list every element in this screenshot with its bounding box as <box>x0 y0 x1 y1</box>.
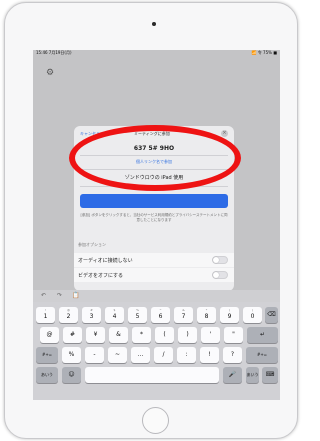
join-button[interactable] <box>80 194 228 208</box>
key-yen[interactable]: ¥ <box>86 327 105 343</box>
key-7[interactable]: & 7 <box>174 307 193 323</box>
status-bar: 15:46 7月19日(月) 📶 令 75% ■ <box>33 50 280 56</box>
key-2[interactable]: @2 <box>59 307 78 323</box>
key-ampersand[interactable]: & <box>109 327 128 343</box>
key-5[interactable]: % 5 <box>128 307 147 323</box>
personal-link-option[interactable]: 個人リンク名で参加 <box>74 159 234 165</box>
key-percent[interactable]: % <box>62 347 81 363</box>
key-3[interactable]: #3 <box>82 307 101 323</box>
divider <box>80 186 228 187</box>
return-icon[interactable]: ↵ <box>247 327 278 343</box>
terms-fineprint: [参加] ボタンをクリックすると、当社のサービス利用規約とプライバシーステートメ… <box>80 213 228 222</box>
kana-switch-key[interactable]: あいう <box>36 367 58 383</box>
option-label-video-off: ビデオをオフにする <box>78 273 124 279</box>
gear-icon[interactable]: ⚙ <box>46 69 54 78</box>
video-off-toggle[interactable] <box>212 271 228 279</box>
keyboard-shortcut-bar: ↶ ↷ 📋 <box>33 290 280 302</box>
kana-switch-key-right[interactable]: あいう <box>246 367 259 383</box>
key-slash[interactable]: / <box>154 347 173 363</box>
close-icon[interactable]: × <box>221 130 228 137</box>
microphone-icon[interactable]: 🎤 <box>223 367 242 383</box>
key-4[interactable]: $4 <box>105 307 124 323</box>
meeting-id-field[interactable]: 637 5# 9HO <box>74 145 234 152</box>
key-at[interactable]: @ <box>40 327 59 343</box>
key-8[interactable]: * 8 <box>197 307 216 323</box>
key-6[interactable]: ^ 6 <box>151 307 170 323</box>
dialog-title: ミーティングに参加 <box>134 131 170 136</box>
key-ellipsis[interactable]: … <box>131 347 150 363</box>
ipad-device-frame: 15:46 7月19日(月) 📶 令 75% ■ ⚙ キャンセル ミーティングに… <box>4 2 298 439</box>
backspace-icon[interactable]: ⌫ <box>265 307 278 323</box>
key-1[interactable]: ! 1 <box>36 307 55 323</box>
key-colon[interactable]: : <box>177 347 196 363</box>
divider <box>80 169 228 170</box>
key-hash[interactable]: # <box>63 327 82 343</box>
status-time-date: 15:46 7月19日(月) <box>36 50 72 55</box>
undo-icon[interactable]: ↶ <box>41 290 46 302</box>
key-lparen[interactable]: ( <box>155 327 174 343</box>
key-exclamation[interactable]: ! <box>200 347 219 363</box>
key-tilde[interactable]: ~ <box>108 347 127 363</box>
key-asterisk[interactable]: * <box>132 327 151 343</box>
key-rparen[interactable]: ) <box>178 327 197 343</box>
key-question[interactable]: ? <box>223 347 242 363</box>
join-options-header: 参加オプション <box>78 242 106 247</box>
option-row-no-audio: オーディオに接続しない <box>74 253 234 267</box>
status-indicators: 📶 令 75% ■ <box>251 50 277 55</box>
display-name-field[interactable]: ゾンドウロウの iPad 使用 <box>74 174 234 181</box>
on-screen-keyboard: ! 1 @2 #3 $4 % 5 ^ 6 & 7 * 8 (9 ) 0 ⌫ @ # ¥ & … <box>33 302 280 400</box>
space-bar[interactable] <box>85 367 219 383</box>
option-label-no-audio: オーディオに接続しない <box>78 258 133 264</box>
option-row-video-off: ビデオをオフにする <box>74 268 234 282</box>
screen: 15:46 7月19日(月) 📶 令 75% ■ ⚙ キャンセル ミーティングに… <box>33 50 280 400</box>
divider <box>80 155 228 156</box>
shift-symbols-key[interactable]: #+= <box>36 347 58 363</box>
key-9[interactable]: (9 <box>220 307 239 323</box>
shift-symbols-key-right[interactable]: #+= <box>246 347 278 363</box>
join-meeting-dialog: キャンセル ミーティングに参加 × 637 5# 9HO 個人リンク名で参加 ゾ… <box>74 126 234 291</box>
redo-icon[interactable]: ↷ <box>57 290 62 302</box>
no-audio-toggle[interactable] <box>212 256 228 264</box>
key-0[interactable]: ) 0 <box>243 307 262 323</box>
keyboard-dismiss-icon[interactable]: ⌨ <box>262 367 278 383</box>
key-quote[interactable]: " <box>224 327 243 343</box>
front-camera <box>152 22 156 26</box>
emoji-icon[interactable]: ☺ <box>62 367 81 383</box>
home-button-icon[interactable] <box>142 407 169 434</box>
key-hyphen[interactable]: - <box>85 347 104 363</box>
clipboard-icon[interactable]: 📋 <box>72 290 79 302</box>
key-apostrophe[interactable]: ' <box>201 327 220 343</box>
cancel-link[interactable]: キャンセル <box>80 131 100 137</box>
